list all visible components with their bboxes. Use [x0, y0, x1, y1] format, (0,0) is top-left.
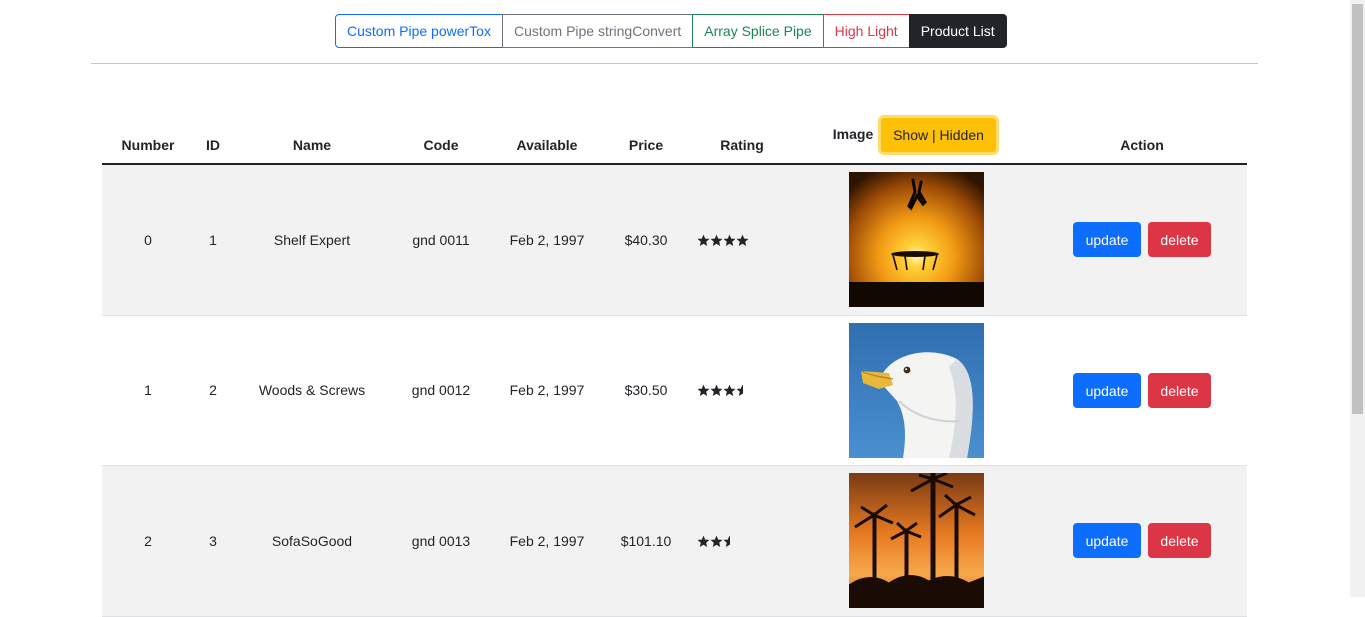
product-image-palm-trees: [849, 473, 984, 608]
product-image-seagull: [849, 323, 984, 458]
cell-number: 2: [144, 533, 152, 549]
star-icon: [723, 234, 736, 246]
cell-available: Feb 2, 1997: [509, 533, 585, 549]
cell-available: Feb 2, 1997: [509, 382, 585, 398]
header-code: Code: [423, 137, 459, 153]
cell-price: $40.30: [624, 232, 668, 248]
divider: [91, 63, 1258, 64]
delete-button[interactable]: delete: [1148, 373, 1211, 408]
cell-name: Shelf Expert: [273, 232, 351, 248]
cell-available: Feb 2, 1997: [509, 232, 585, 248]
scrollbar-thumb[interactable]: [1352, 4, 1363, 414]
header-rating: Rating: [720, 137, 764, 153]
product-image-trampoline: [849, 172, 984, 307]
star-rating: [697, 165, 777, 315]
cell-name: SofaSoGood: [271, 533, 353, 549]
delete-button[interactable]: delete: [1148, 523, 1211, 558]
header-available: Available: [516, 137, 578, 153]
star-rating: [697, 315, 777, 465]
star-half-icon: [736, 384, 743, 396]
tab-product-list[interactable]: Product List: [908, 14, 1007, 48]
header-image: Image: [832, 126, 874, 142]
table-row: 0 1 Shelf Expert gnd 0011 Feb 2, 1997 $4…: [102, 165, 1247, 316]
tab-custom-pipe-stringconvert[interactable]: Custom Pipe stringConvert: [501, 14, 694, 48]
tab-array-splice-pipe[interactable]: Array Splice Pipe: [692, 14, 824, 48]
update-button[interactable]: update: [1073, 222, 1141, 257]
star-half-icon: [723, 535, 730, 547]
header-action: Action: [1120, 137, 1164, 153]
cell-price: $101.10: [620, 533, 672, 549]
cell-id: 2: [209, 382, 217, 398]
cell-name: Woods & Screws: [258, 382, 366, 398]
nav-button-group: Custom Pipe powerTox Custom Pipe stringC…: [335, 14, 1007, 48]
star-icon: [710, 234, 723, 246]
cell-price: $30.50: [624, 382, 668, 398]
update-button[interactable]: update: [1073, 373, 1141, 408]
update-button[interactable]: update: [1073, 523, 1141, 558]
star-icon: [697, 535, 710, 547]
tab-custom-pipe-powertox[interactable]: Custom Pipe powerTox: [335, 14, 503, 48]
cell-id: 1: [209, 232, 217, 248]
star-rating: [697, 466, 777, 616]
star-icon: [697, 234, 710, 246]
cell-number: 0: [144, 232, 152, 248]
header-number: Number: [121, 137, 175, 153]
cell-number: 1: [144, 382, 152, 398]
star-icon: [723, 384, 736, 396]
delete-button[interactable]: delete: [1148, 222, 1211, 257]
header-id: ID: [206, 137, 220, 153]
table-row: 2 3 SofaSoGood gnd 0013 Feb 2, 1997 $101…: [102, 466, 1247, 617]
cell-code: gnd 0013: [411, 533, 471, 549]
cell-code: gnd 0012: [411, 382, 471, 398]
page-scrollbar[interactable]: [1350, 0, 1365, 597]
table-row: 1 2 Woods & Screws gnd 0012 Feb 2, 1997 …: [102, 315, 1247, 466]
cell-id: 3: [209, 533, 217, 549]
star-icon: [710, 535, 723, 547]
star-icon: [710, 384, 723, 396]
header-price: Price: [628, 137, 664, 153]
tab-high-light[interactable]: High Light: [822, 14, 910, 48]
show-hidden-toggle-button[interactable]: Show | Hidden: [878, 115, 999, 155]
header-name: Name: [292, 137, 332, 153]
star-icon: [697, 384, 710, 396]
star-icon: [736, 234, 749, 246]
cell-code: gnd 0011: [412, 232, 470, 248]
